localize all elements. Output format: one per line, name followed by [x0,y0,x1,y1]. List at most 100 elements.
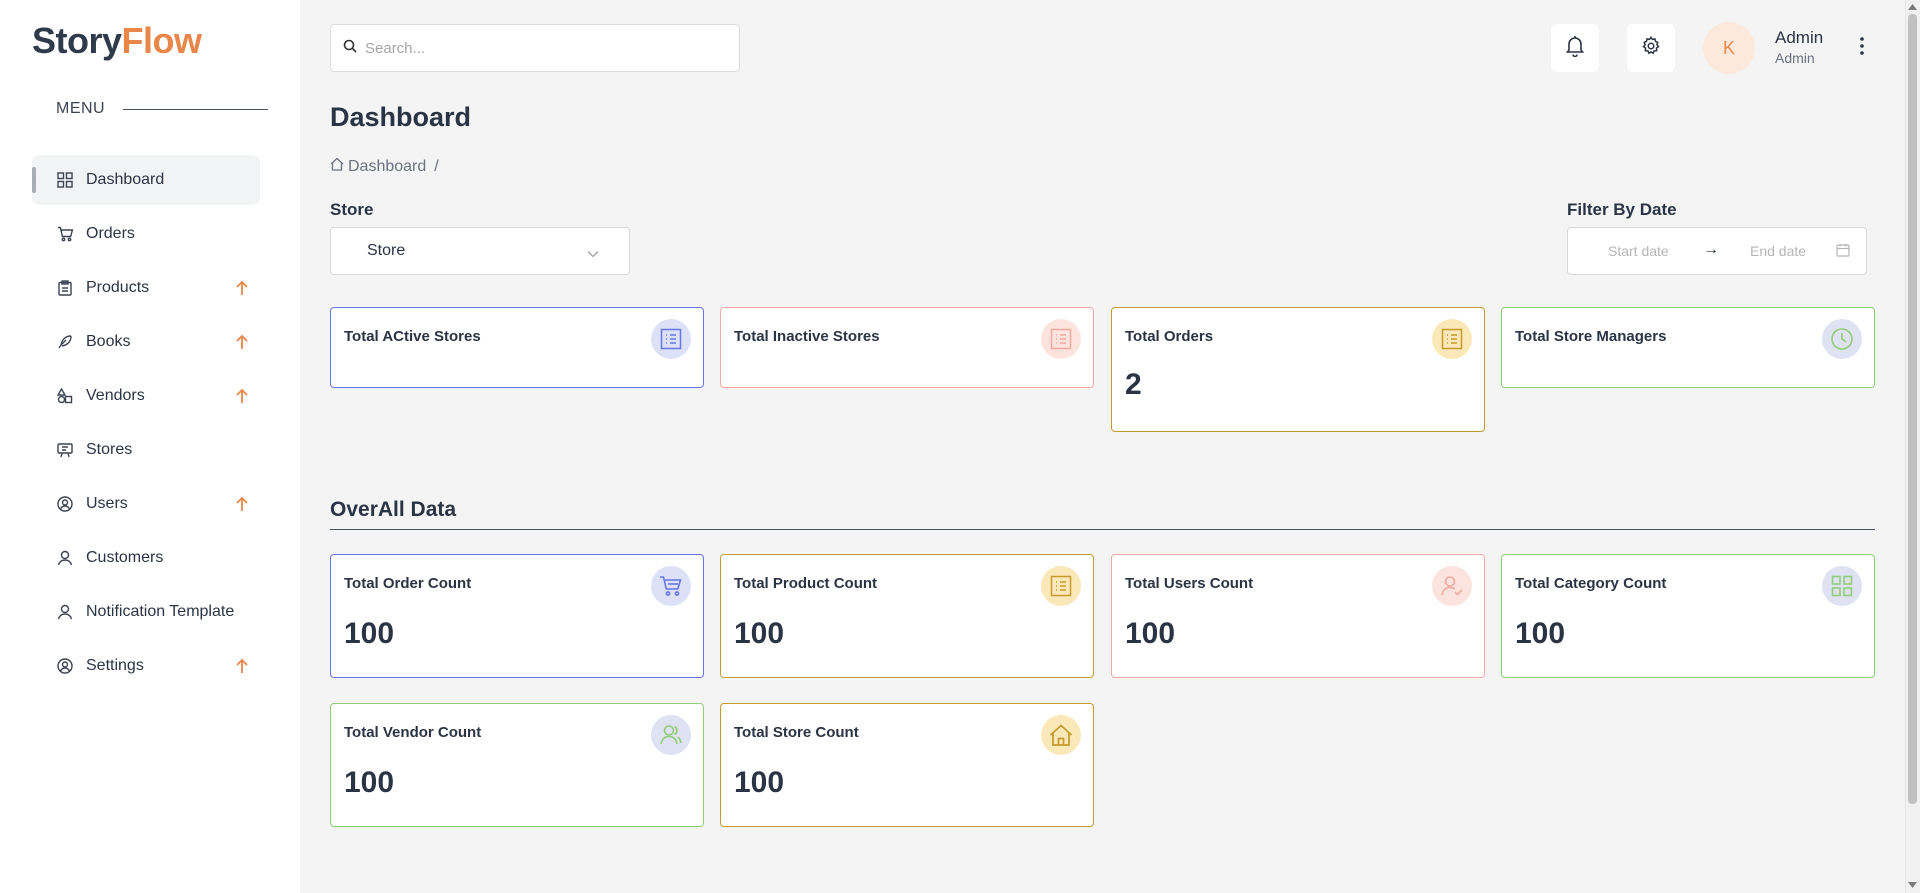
card-value: 100 [344,766,395,799]
search-box[interactable] [330,24,740,72]
settings-button[interactable] [1627,24,1675,72]
card-title: Total Inactive Stores [734,328,880,345]
card-title: Total Orders [1125,328,1214,345]
sidebar: StoryFlow MENU Dashboard Orders Products [0,0,300,893]
card-title: Total Store Managers [1515,328,1667,345]
card-title: Total Vendor Count [344,724,482,741]
bell-icon [1565,35,1585,62]
stat-card-inactive-stores[interactable]: Total Inactive Stores [720,307,1094,388]
chevron-down-icon [587,245,599,263]
arrow-up-icon[interactable] [232,332,252,352]
start-date-input[interactable]: Start date [1608,243,1669,259]
logo-story: Story [32,20,122,61]
breadcrumb-separator: / [434,157,439,175]
sidebar-item-label: Orders [86,225,135,242]
card-title: Total Store Count [734,724,859,741]
avatar[interactable]: K [1703,22,1755,74]
card-title: Total Order Count [344,575,472,592]
card-title: Total ACtive Stores [344,328,481,345]
sidebar-nav: Dashboard Orders Products Books Vendors … [32,155,260,695]
card-value: 100 [734,766,785,799]
more-menu-button[interactable] [1852,34,1872,62]
stat-card-product-count[interactable]: Total Product Count 100 [720,554,1094,678]
breadcrumb: Dashboard / [330,157,439,176]
sidebar-item-books[interactable]: Books [32,317,260,367]
user-icon [1432,566,1472,606]
sidebar-item-label: Books [86,333,131,350]
home-icon [330,157,344,176]
grid-icon [1822,566,1862,606]
card-value: 100 [1125,617,1176,650]
sidebar-item-dashboard[interactable]: Dashboard [32,155,260,205]
logo[interactable]: StoryFlow [32,20,202,62]
dashboard-grid-icon [56,171,74,189]
gear-icon [1640,35,1662,62]
sidebar-item-label: Stores [86,441,133,458]
list-icon [651,319,691,359]
search-input[interactable] [365,39,725,57]
menu-heading: MENU [56,100,268,118]
sidebar-item-label: Users [86,495,128,512]
cart-icon [56,225,74,243]
search-icon [343,39,357,58]
section-divider [330,529,1875,530]
list-icon [1041,566,1081,606]
stat-card-category-count[interactable]: Total Category Count 100 [1501,554,1875,678]
card-value: 2 [1125,368,1142,401]
menu-label: MENU [56,100,106,117]
stat-card-store-count[interactable]: Total Store Count 100 [720,703,1094,827]
store-select[interactable]: Store [330,227,630,275]
list-icon [1432,319,1472,359]
store-filter-label: Store [330,200,374,219]
sidebar-item-stores[interactable]: Stores [32,425,260,475]
sidebar-item-label: Notification Template [86,603,235,620]
stat-card-order-count[interactable]: Total Order Count 100 [330,554,704,678]
arrow-up-icon[interactable] [232,278,252,298]
sidebar-item-label: Dashboard [86,171,165,188]
kebab-icon [1860,36,1864,60]
sidebar-item-vendors[interactable]: Vendors [32,371,260,421]
store-select-value: Store [367,242,406,259]
overall-data-title: OverAll Data [330,498,457,521]
end-date-input[interactable]: End date [1750,243,1806,259]
stat-card-active-stores[interactable]: Total ACtive Stores [330,307,704,388]
date-range-picker[interactable]: Start date → End date [1567,227,1867,275]
stat-card-users-count[interactable]: Total Users Count 100 [1111,554,1485,678]
home-icon [1041,715,1081,755]
feather-icon [56,333,74,351]
sidebar-item-customers[interactable]: Customers [32,533,260,583]
stat-card-store-managers[interactable]: Total Store Managers [1501,307,1875,388]
scrollbar-thumb[interactable] [1908,14,1917,804]
sidebar-item-label: Customers [86,549,164,566]
stat-card-total-orders[interactable]: Total Orders 2 [1111,307,1485,432]
user-name: Admin [1775,28,1824,47]
sidebar-item-users[interactable]: Users [32,479,260,529]
sidebar-item-notification-template[interactable]: Notification Template [32,587,260,637]
user-role: Admin [1775,50,1815,66]
users-icon [651,715,691,755]
storefront-icon [56,441,74,459]
menu-divider [123,108,268,110]
scroll-up-arrow-icon[interactable] [1907,2,1918,12]
arrow-up-icon[interactable] [232,656,252,676]
shapes-icon [56,387,74,405]
card-title: Total Users Count [1125,575,1254,592]
sidebar-item-orders[interactable]: Orders [32,209,260,259]
user-icon [56,549,74,567]
sidebar-item-settings[interactable]: Settings [32,641,260,691]
clipboard-icon [56,279,74,297]
user-circle-icon [56,495,74,513]
notifications-button[interactable] [1551,24,1599,72]
card-title: Total Product Count [734,575,878,592]
arrow-up-icon[interactable] [232,386,252,406]
card-value: 100 [1515,617,1566,650]
sidebar-item-label: Vendors [86,387,145,404]
calendar-icon[interactable] [1836,243,1850,260]
stat-card-vendor-count[interactable]: Total Vendor Count 100 [330,703,704,827]
breadcrumb-dashboard[interactable]: Dashboard [348,158,426,176]
card-value: 100 [734,617,785,650]
scroll-down-arrow-icon[interactable] [1907,880,1918,890]
arrow-up-icon[interactable] [232,494,252,514]
user-icon [56,603,74,621]
sidebar-item-products[interactable]: Products [32,263,260,313]
